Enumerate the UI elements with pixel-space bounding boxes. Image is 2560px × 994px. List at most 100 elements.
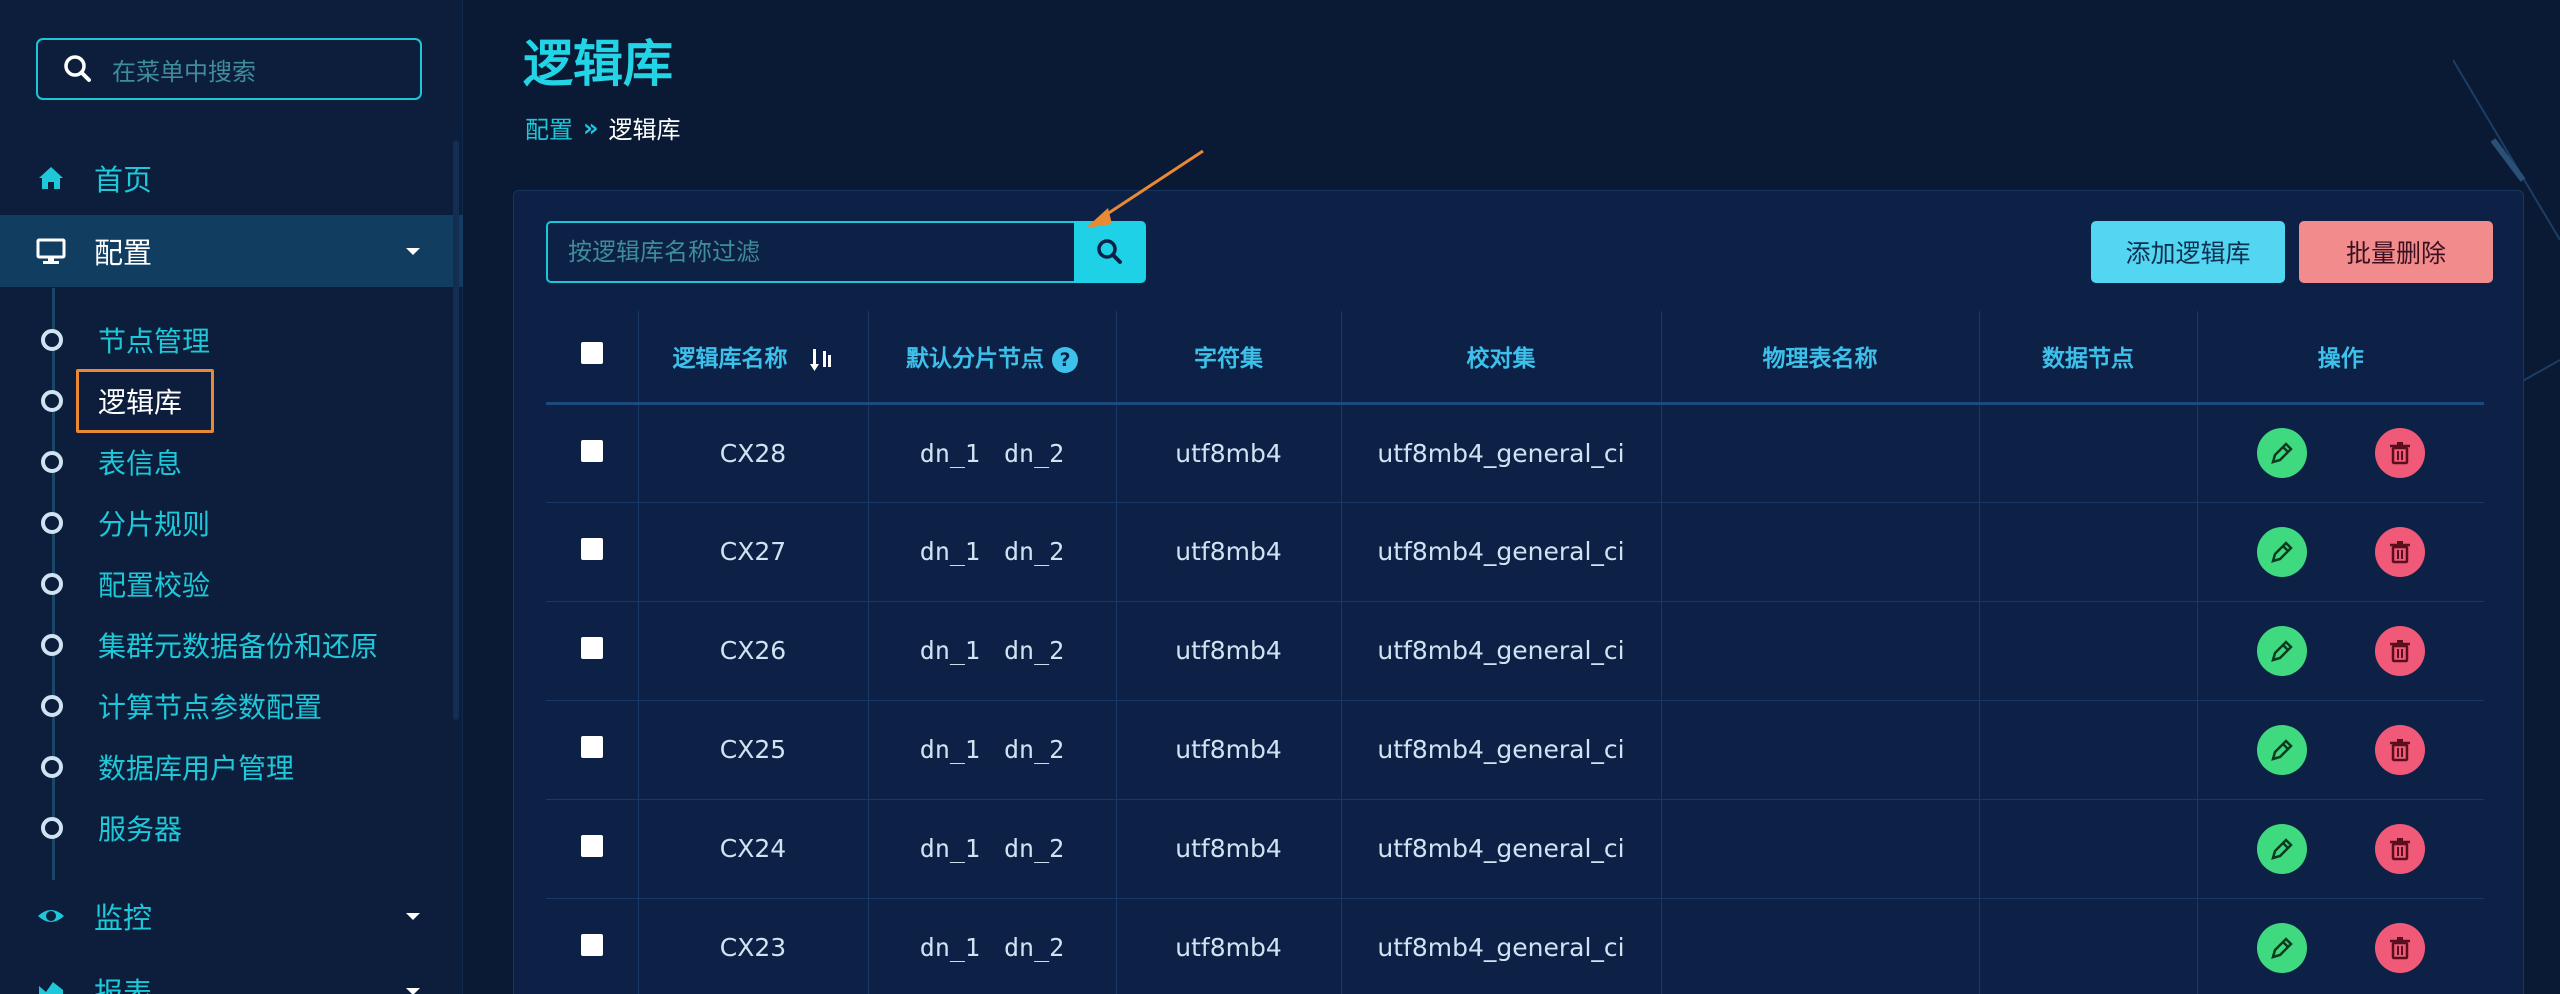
edit-button[interactable] — [2256, 724, 2307, 775]
sidebar-scrollbar[interactable] — [453, 140, 459, 720]
edit-button[interactable] — [2256, 625, 2307, 676]
cell-name: CX26 — [638, 601, 869, 700]
sidebar-item-label: 分片规则 — [98, 508, 211, 541]
bullet-icon — [41, 329, 63, 351]
cell-default-nodes: dn_1 dn_2 — [868, 601, 1117, 700]
header-name[interactable]: 逻辑库名称 — [638, 311, 869, 403]
breadcrumb-config-link[interactable]: 配置 — [525, 110, 573, 145]
row-checkbox[interactable] — [580, 934, 603, 956]
trash-icon — [2389, 738, 2410, 761]
cell-data-node — [1979, 898, 2198, 994]
delete-button[interactable] — [2374, 724, 2425, 775]
header-select-all[interactable] — [546, 311, 639, 403]
monitor-icon — [36, 238, 66, 264]
delete-button[interactable] — [2374, 625, 2425, 676]
cell-collation: utf8mb4_general_ci — [1341, 799, 1662, 898]
sidebar: 在菜单中搜索 首页 配置 节点管理 逻辑库 表信息 分片规则 配置校验 集群元数… — [0, 0, 463, 994]
sort-icon[interactable] — [809, 347, 834, 373]
sidebar-item-label: 集群元数据备份和还原 — [98, 630, 379, 663]
cell-name: CX24 — [638, 799, 869, 898]
cell-actions — [2197, 700, 2484, 799]
delete-button[interactable] — [2374, 428, 2425, 478]
header-label: 数据节点 — [2042, 346, 2134, 373]
pencil-icon — [2270, 837, 2293, 860]
cell-name: CX28 — [638, 403, 869, 502]
cell-default-nodes: dn_1 dn_2 — [868, 403, 1117, 502]
row-select-cell[interactable] — [546, 502, 639, 601]
pencil-icon — [2270, 540, 2293, 563]
cell-default-nodes: dn_1 dn_2 — [868, 799, 1117, 898]
search-icon — [64, 55, 91, 82]
row-checkbox[interactable] — [580, 637, 603, 659]
breadcrumb-separator: » — [583, 113, 599, 142]
bullet-icon — [41, 634, 63, 656]
cell-name: CX23 — [638, 898, 869, 994]
arrow-annotation — [1086, 149, 1204, 228]
chevron-down-icon — [406, 248, 420, 255]
pencil-icon — [2270, 936, 2293, 959]
row-select-cell[interactable] — [546, 898, 639, 994]
sidebar-item-label: 表信息 — [98, 447, 183, 480]
sidebar-item-db-users[interactable]: 数据库用户管理 — [0, 740, 463, 794]
row-checkbox[interactable] — [580, 439, 603, 462]
row-checkbox[interactable] — [580, 538, 603, 560]
filter-input[interactable] — [568, 238, 1074, 266]
node-tag: dn_1 — [919, 933, 980, 962]
nav-item-report[interactable]: 报表 — [0, 955, 463, 994]
row-checkbox[interactable] — [580, 736, 603, 758]
sidebar-item-label: 配置校验 — [98, 569, 211, 602]
delete-button[interactable] — [2374, 823, 2425, 874]
row-select-cell[interactable] — [546, 700, 639, 799]
breadcrumb: 配置 » 逻辑库 — [525, 110, 681, 145]
cell-actions — [2197, 799, 2484, 898]
edit-button[interactable] — [2256, 428, 2307, 478]
bullet-icon — [41, 390, 63, 412]
header-label: 操作 — [2317, 346, 2364, 373]
table-row: CX26 dn_1 dn_2 utf8mb4 utf8mb4_general_ci — [546, 601, 2484, 700]
sidebar-item-logic-db[interactable]: 逻辑库 — [0, 374, 463, 428]
search-icon — [1097, 239, 1122, 264]
bullet-icon — [41, 695, 63, 717]
nav-item-config[interactable]: 配置 — [0, 215, 463, 287]
cell-physical-table — [1661, 898, 1980, 994]
row-select-cell[interactable] — [546, 601, 639, 700]
pencil-icon — [2270, 738, 2293, 761]
sidebar-item-config-check[interactable]: 配置校验 — [0, 557, 463, 611]
table-body: CX28 dn_1 dn_2 utf8mb4 utf8mb4_general_ci — [546, 403, 2484, 994]
cell-default-nodes: dn_1 dn_2 — [868, 898, 1117, 994]
bullet-icon — [41, 817, 63, 839]
cell-charset: utf8mb4 — [1116, 403, 1342, 502]
cell-name: CX25 — [638, 700, 869, 799]
sidebar-item-servers[interactable]: 服务器 — [0, 801, 463, 855]
table-row: CX23 dn_1 dn_2 utf8mb4 utf8mb4_general_ci — [546, 898, 2484, 994]
filter-field[interactable] — [546, 221, 1076, 283]
sidebar-item-node-management[interactable]: 节点管理 — [0, 313, 463, 367]
node-tag: dn_2 — [1004, 834, 1065, 863]
cell-collation: utf8mb4_general_ci — [1341, 700, 1662, 799]
delete-button[interactable] — [2374, 526, 2425, 577]
nav-item-monitor[interactable]: 监控 — [0, 880, 463, 952]
menu-search-input[interactable]: 在菜单中搜索 — [36, 38, 422, 100]
header-label: 逻辑库名称 — [672, 346, 788, 373]
row-checkbox[interactable] — [580, 835, 603, 857]
edit-button[interactable] — [2256, 922, 2307, 973]
edit-button[interactable] — [2256, 526, 2307, 577]
row-select-cell[interactable] — [546, 403, 639, 502]
delete-button[interactable] — [2374, 922, 2425, 973]
nav-item-home[interactable]: 首页 — [0, 142, 463, 214]
page-title: 逻辑库 — [523, 35, 673, 93]
node-tag: dn_1 — [919, 735, 980, 764]
add-logic-db-button[interactable]: 添加逻辑库 — [2091, 221, 2285, 283]
trash-icon — [2389, 936, 2410, 959]
sidebar-item-compute-params[interactable]: 计算节点参数配置 — [0, 679, 463, 733]
select-all-checkbox[interactable] — [580, 342, 603, 365]
batch-delete-button[interactable]: 批量删除 — [2299, 221, 2493, 283]
row-select-cell[interactable] — [546, 799, 639, 898]
help-icon[interactable]: ? — [1052, 346, 1078, 373]
sidebar-item-backup-restore[interactable]: 集群元数据备份和还原 — [0, 618, 463, 672]
sidebar-item-table-info[interactable]: 表信息 — [0, 435, 463, 489]
node-tag: dn_2 — [1004, 933, 1065, 962]
sidebar-item-shard-rules[interactable]: 分片规则 — [0, 496, 463, 550]
edit-button[interactable] — [2256, 823, 2307, 874]
menu-search-placeholder: 在菜单中搜索 — [112, 57, 256, 86]
